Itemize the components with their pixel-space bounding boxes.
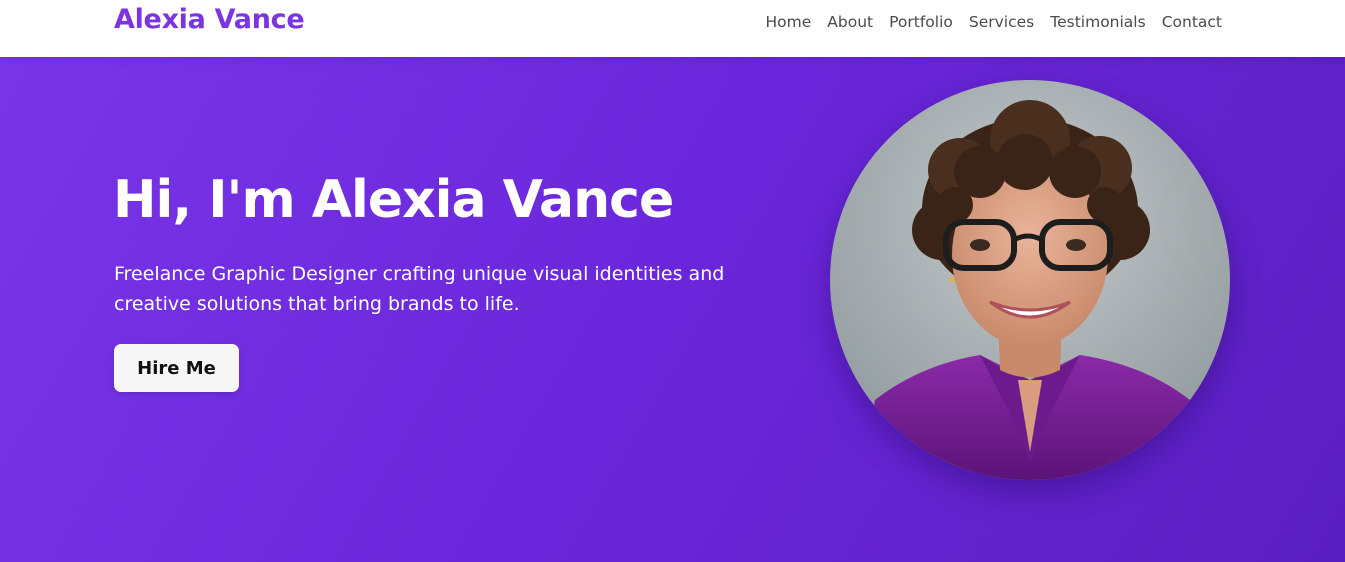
navbar: Alexia Vance Home About Portfolio Servic…	[0, 0, 1345, 57]
nav-link-contact[interactable]: Contact	[1154, 12, 1222, 32]
hero-section: Hi, I'm Alexia Vance Freelance Graphic D…	[0, 57, 1345, 562]
nav-item: Portfolio	[881, 12, 961, 32]
nav-link-testimonials[interactable]: Testimonials	[1042, 12, 1153, 32]
profile-photo	[830, 80, 1230, 480]
nav-item: Home	[758, 12, 820, 32]
nav-link-about[interactable]: About	[819, 12, 881, 32]
hero-title: Hi, I'm Alexia Vance	[113, 170, 674, 230]
nav-item: Services	[961, 12, 1042, 32]
nav-link-services[interactable]: Services	[961, 12, 1042, 32]
nav-item: About	[819, 12, 881, 32]
nav-link-portfolio[interactable]: Portfolio	[881, 12, 961, 32]
nav-item: Contact	[1154, 12, 1222, 32]
nav-menu: Home About Portfolio Services Testimonia…	[758, 12, 1222, 32]
brand-logo[interactable]: Alexia Vance	[114, 4, 305, 35]
hero-subtitle: Freelance Graphic Designer crafting uniq…	[114, 263, 725, 315]
hire-me-button[interactable]: Hire Me	[114, 344, 239, 392]
nav-item: Testimonials	[1042, 12, 1153, 32]
profile-photo-illustration	[830, 80, 1230, 480]
nav-link-home[interactable]: Home	[758, 12, 820, 32]
